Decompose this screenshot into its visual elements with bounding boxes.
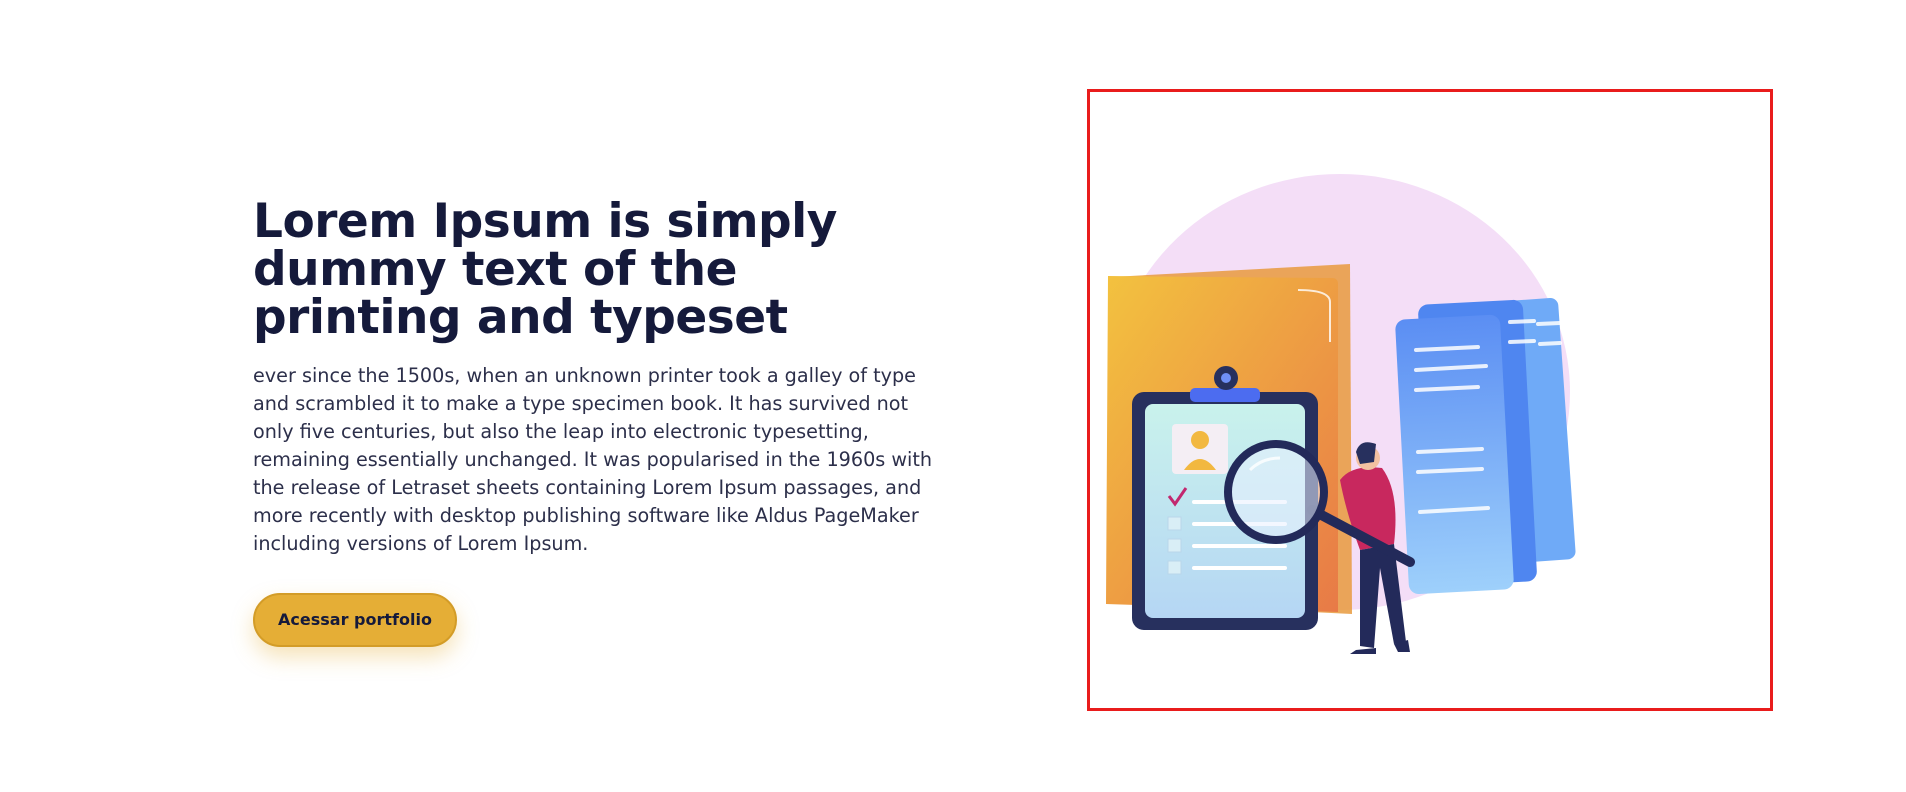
page: Lorem Ipsum is simply dummy text of the … <box>0 0 1906 792</box>
document-search-illustration-icon <box>1106 174 1576 654</box>
hero-description: ever since the 1500s, when an unknown pr… <box>253 364 933 555</box>
hero-section: Lorem Ipsum is simply dummy text of the … <box>253 198 933 647</box>
hero-illustration <box>1087 89 1773 711</box>
portfolio-button[interactable]: Acessar portfolio <box>253 593 457 647</box>
hero-title: Lorem Ipsum is simply dummy text of the … <box>253 194 837 345</box>
document-front-icon <box>1395 314 1514 595</box>
